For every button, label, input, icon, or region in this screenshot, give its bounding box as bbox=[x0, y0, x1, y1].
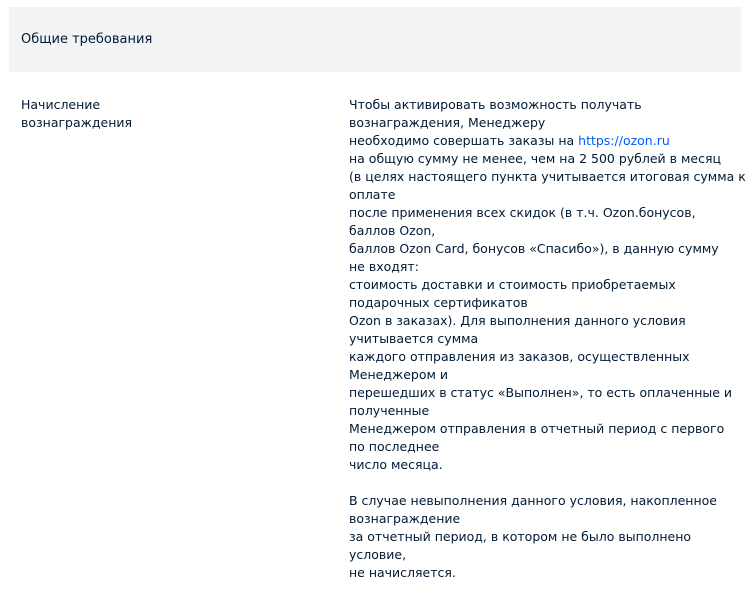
text-fragment: необходимо совершать заказы на bbox=[349, 133, 579, 148]
text-line: вознаграждения, Менеджеру bbox=[349, 115, 546, 130]
text-line: баллов Ozon Card, бонусов «Спасибо»), в … bbox=[349, 241, 719, 256]
text-line: вознаграждение bbox=[349, 511, 461, 526]
text-line: баллов Ozon, bbox=[349, 223, 436, 238]
row-label-line: Начисление bbox=[21, 97, 101, 112]
section-title: Общие требования bbox=[21, 32, 153, 47]
text-line: не начисляется. bbox=[349, 565, 456, 580]
text-line: (в целях настоящего пункта учитывается и… bbox=[349, 169, 746, 184]
description-paragraph-2: В случае невыполнения данного условия, н… bbox=[349, 492, 734, 582]
text-line: на общую сумму не менее, чем на 2 500 ру… bbox=[349, 151, 722, 166]
text-line: оплате bbox=[349, 187, 396, 202]
text-line: за отчетный период, в котором не было вы… bbox=[349, 529, 692, 544]
description-paragraph-1: Чтобы активировать возможность получать … bbox=[349, 96, 746, 474]
text-line: Менеджером отправления в отчетный период… bbox=[349, 421, 725, 436]
text-line: Чтобы активировать возможность получать bbox=[349, 97, 642, 112]
ozon-link[interactable]: https://ozon.ru bbox=[578, 133, 670, 148]
text-line: по последнее bbox=[349, 439, 440, 454]
row-label-line: вознаграждения bbox=[21, 115, 133, 130]
text-line: условие, bbox=[349, 547, 407, 562]
text-line: Менеджером и bbox=[349, 367, 449, 382]
text-line: каждого отправления из заказов, осуществ… bbox=[349, 349, 690, 364]
text-line: перешедших в статус «Выполнен», то есть … bbox=[349, 385, 733, 400]
text-line: полученные bbox=[349, 403, 430, 418]
row-description: Чтобы активировать возможность получать … bbox=[349, 96, 746, 582]
section-header: Общие требования bbox=[9, 7, 741, 72]
text-line: В случае невыполнения данного условия, н… bbox=[349, 493, 717, 508]
row-label: Начисление вознаграждения bbox=[21, 96, 181, 132]
text-line: не входят: bbox=[349, 259, 419, 274]
text-line-with-link: необходимо совершать заказы на https://o… bbox=[349, 132, 734, 150]
text-line: стоимость доставки и стоимость приобрета… bbox=[349, 277, 676, 292]
text-line: число месяца. bbox=[349, 457, 443, 472]
text-line: Ozon в заказах). Для выполнения данного … bbox=[349, 313, 686, 328]
text-line: подарочных сертификатов bbox=[349, 295, 528, 310]
text-line: учитывается сумма bbox=[349, 331, 479, 346]
text-line: после применения всех скидок (в т.ч. Ozo… bbox=[349, 205, 696, 220]
